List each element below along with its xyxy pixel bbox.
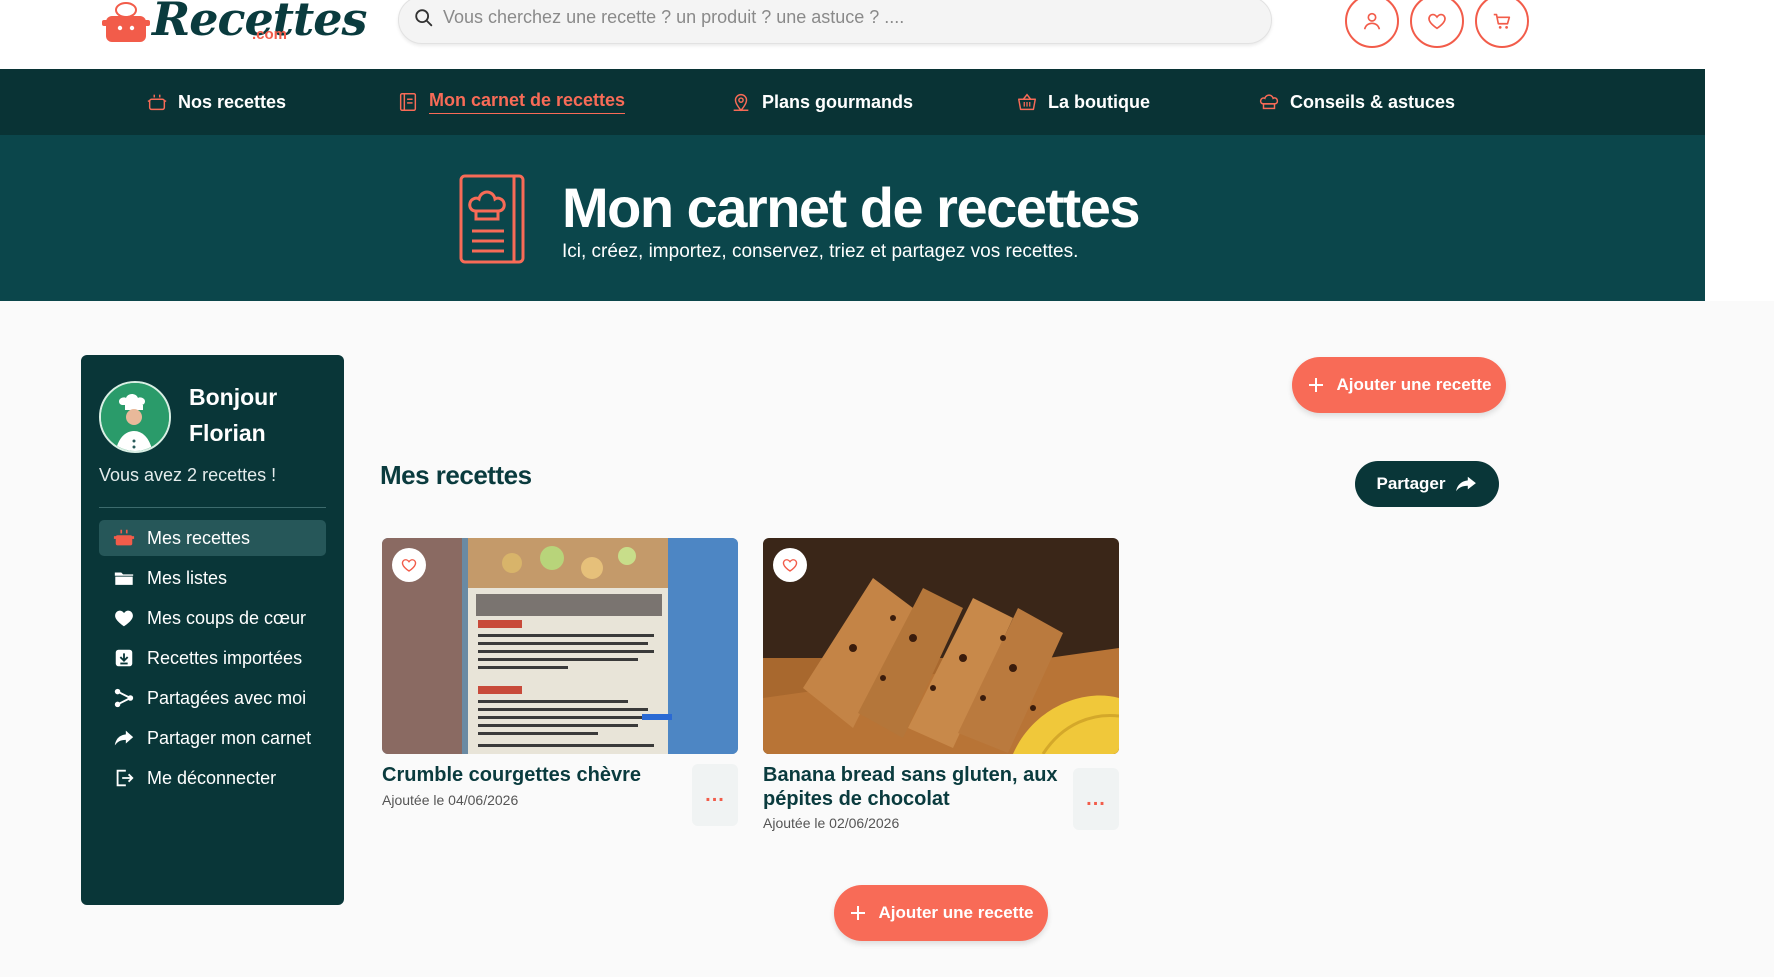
heart-icon (1428, 13, 1446, 30)
chef-avatar-icon (101, 383, 169, 451)
hero-banner: Mon carnet de recettes Ici, créez, impor… (0, 135, 1705, 301)
nav-label: Nos recettes (178, 91, 287, 112)
sidebar-item-label: Partagées avec moi (147, 687, 307, 708)
notebook-icon (399, 93, 417, 111)
sidebar-item-coups-de-coeur[interactable]: Mes coups de cœur (99, 600, 326, 636)
recipe-book-icon (459, 174, 525, 264)
recipe-date: Ajoutée le 02/06/2026 (763, 815, 900, 831)
sidebar-item-label: Mes recettes (147, 527, 251, 548)
sidebar-item-label: Mes listes (147, 567, 228, 588)
favorite-toggle[interactable] (392, 548, 426, 582)
recipe-photo-crumble (382, 538, 738, 754)
share-arrow-icon (1456, 476, 1477, 492)
account-button[interactable] (1345, 0, 1399, 48)
nav-label: Mon carnet de recettes (429, 90, 626, 114)
sidebar-divider (99, 507, 326, 508)
share-nodes-icon (113, 687, 135, 709)
plus-icon (1308, 378, 1323, 392)
nav-item-la-boutique[interactable]: La boutique (1016, 69, 1150, 135)
share-label: Partager (1376, 474, 1446, 493)
heart-icon (113, 607, 135, 629)
section-title: Mes recettes (380, 460, 532, 490)
sidebar-item-mes-listes[interactable]: Mes listes (99, 560, 326, 596)
favorite-toggle[interactable] (773, 548, 807, 582)
add-recipe-label: Ajouter une recette (878, 903, 1034, 922)
sidebar-item-partager-mon-carnet[interactable]: Partager mon carnet (99, 720, 326, 756)
logout-icon (113, 767, 135, 789)
add-recipe-label: Ajouter une recette (1336, 375, 1492, 394)
basket-icon (1018, 93, 1036, 111)
recipe-title[interactable]: Crumble courgettes chèvre (382, 763, 682, 787)
page-subtitle: Ici, créez, importez, conservez, triez e… (562, 241, 1079, 262)
more-icon: ... (1086, 787, 1106, 810)
greeting: Bonjour Florian (189, 379, 277, 451)
recipe-options-button[interactable]: ... (1073, 768, 1119, 830)
nav-item-conseils-astuces[interactable]: Conseils & astuces (1258, 69, 1455, 135)
add-recipe-button-bottom[interactable]: Ajouter une recette (834, 885, 1048, 941)
user-icon (1363, 12, 1381, 30)
search-icon[interactable] (413, 7, 435, 29)
recipe-photo-banana-bread (763, 538, 1119, 754)
recipe-date: Ajoutée le 04/06/2026 (382, 792, 519, 808)
import-icon (113, 647, 135, 669)
share-arrow-icon (113, 727, 135, 749)
recipe-image[interactable] (382, 538, 738, 754)
top-header: Recettes .com (0, 0, 1774, 69)
folder-icon (113, 567, 135, 589)
pot-icon (147, 94, 167, 111)
recipe-options-button[interactable]: ... (692, 764, 738, 826)
nav-label: La boutique (1048, 91, 1150, 112)
plus-icon (850, 906, 865, 920)
chef-hat-icon (1259, 94, 1279, 110)
cart-button[interactable] (1475, 0, 1529, 48)
heart-outline-icon (401, 559, 417, 572)
user-name: Florian (189, 420, 266, 446)
add-recipe-button[interactable]: Ajouter une recette (1292, 357, 1506, 413)
page-title: Mon carnet de recettes (562, 176, 1140, 239)
sidebar-item-partagees-avec-moi[interactable]: Partagées avec moi (99, 680, 326, 716)
nav-label: Plans gourmands (762, 91, 914, 112)
nav-item-nos-recettes[interactable]: Nos recettes (146, 69, 286, 135)
recipe-count: Vous avez 2 recettes ! (99, 465, 277, 485)
nav-label: Conseils & astuces (1290, 91, 1456, 112)
recipe-title[interactable]: Banana bread sans gluten, aux pépites de… (763, 763, 1063, 811)
sidebar-item-mes-recettes[interactable]: Mes recettes (99, 520, 326, 556)
avatar[interactable] (99, 381, 171, 453)
cart-icon (1493, 13, 1511, 29)
heart-outline-icon (782, 559, 798, 572)
sidebar-item-label: Recettes importées (147, 647, 303, 668)
recipe-image[interactable] (763, 538, 1119, 754)
sidebar-item-label: Partager mon carnet (147, 727, 312, 748)
map-pin-icon (733, 94, 749, 112)
greeting-line: Bonjour (189, 384, 278, 410)
nav-item-mon-carnet[interactable]: Mon carnet de recettes (397, 69, 626, 135)
share-button[interactable]: Partager (1355, 461, 1499, 507)
site-logo[interactable]: Recettes .com (102, 0, 367, 54)
more-icon: ... (705, 783, 725, 806)
search-input[interactable] (443, 0, 1243, 37)
sidebar-item-label: Me déconnecter (147, 767, 277, 788)
sidebar-item-me-deconnecter[interactable]: Me déconnecter (99, 760, 326, 796)
pot-logo-icon (102, 2, 150, 42)
nav-item-plans-gourmands[interactable]: Plans gourmands (730, 69, 913, 135)
sidebar-item-recettes-importees[interactable]: Recettes importées (99, 640, 326, 676)
sidebar-item-label: Mes coups de cœur (147, 607, 307, 628)
pot-icon (113, 527, 135, 549)
logo-suffix: .com (252, 26, 288, 43)
favorites-button[interactable] (1410, 0, 1464, 48)
account-sidebar: Bonjour Florian Vous avez 2 recettes ! M… (81, 355, 344, 905)
main-navigation: Nos recettes Mon carnet de recettes Plan… (0, 69, 1705, 135)
search-bar (398, 0, 1272, 44)
